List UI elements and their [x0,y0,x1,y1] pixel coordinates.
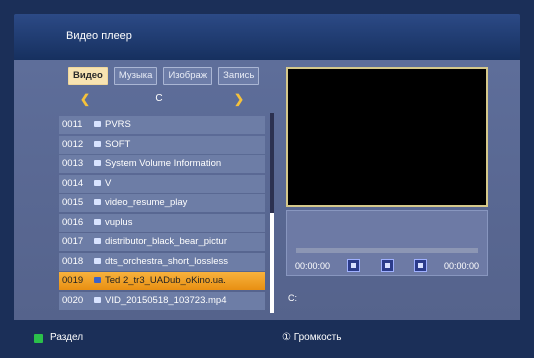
list-item[interactable]: 0016 vuplus [59,213,265,232]
video-preview [286,67,488,207]
file-number: 0014 [62,177,84,189]
total-time: 00:00:00 [443,261,479,271]
tab-images[interactable]: Изображ [163,67,213,85]
list-item[interactable]: 0012 SOFT [59,135,265,154]
file-name: V [105,177,112,189]
video-file-icon [94,296,101,303]
file-number: 0011 [62,119,83,130]
list-scrollbar[interactable] [270,113,274,313]
playback-controls: 00:00:00 00:00:00 [286,210,488,276]
file-number: 0018 [62,255,84,267]
pause-icon [385,263,390,268]
play-icon [418,263,423,268]
tab-music[interactable]: Музыка [113,67,158,85]
pause-button[interactable] [381,259,394,272]
list-item[interactable]: 0017 distributor_black_bear_pictur [59,233,265,251]
file-name: System Volume Information [105,158,222,169]
scrollbar-thumb[interactable] [270,213,274,313]
file-name: SOFT [105,138,131,150]
progress-bar[interactable] [296,248,478,253]
file-number: 0015 [62,197,84,208]
list-item[interactable]: 0014 V [59,174,265,193]
play-button[interactable] [414,259,427,272]
media-tabs: Видео Музыка Изображ Запись [68,67,260,85]
list-item[interactable]: 0015 video_resume_play [59,194,265,212]
file-name: distributor_black_bear_pictur [105,236,227,247]
file-number: 0013 [62,158,84,169]
list-item[interactable]: 0020 VID_20150518_103723.mp4 [59,291,265,310]
folder-icon [94,140,101,147]
video-file-icon [94,238,101,245]
file-number: 0017 [62,236,84,247]
current-time: 00:00:00 [295,261,331,271]
list-item[interactable]: 0011 PVRS [59,116,265,134]
file-number: 0016 [62,216,84,228]
footer-bar [14,322,520,354]
volume-hint: ① Громкость [282,332,342,343]
page-title: Видео плеер [66,30,132,42]
file-number: 0019 [62,275,84,286]
list-item[interactable]: 0013 System Volume Information [59,155,265,173]
path-navigator: ❮ C ❯ [70,92,248,106]
file-name: VID_20150518_103723.mp4 [105,294,227,306]
video-file-icon [94,257,101,264]
file-number: 0012 [62,138,84,150]
current-drive-label: C [155,93,163,104]
file-list: 0011 PVRS 0012 SOFT 0013 System Volume Info… [59,116,265,312]
file-number: 0020 [62,294,84,306]
video-player-screen: Видео плеер Видео Музыка Изображ Запись … [0,0,534,358]
chevron-right-icon[interactable]: ❯ [234,92,244,106]
file-name: vuplus [105,216,133,228]
file-name: video_resume_play [105,197,188,208]
header-bar: Видео плеер [14,14,520,60]
tab-recordings[interactable]: Запись [218,67,260,85]
stop-icon [351,263,356,268]
stop-button[interactable] [347,259,360,272]
file-name: Ted 2_tr3_UADub_oKino.ua. [105,275,226,286]
list-item[interactable]: 0018 dts_orchestra_short_lossless [59,252,265,271]
file-name: PVRS [105,119,131,130]
file-path-label: C: [288,293,297,303]
folder-icon [94,160,101,167]
green-key-icon [34,334,43,343]
file-name: dts_orchestra_short_lossless [105,255,229,267]
folder-icon [94,121,101,128]
video-file-icon [94,277,101,284]
tab-video[interactable]: Видео [68,67,108,85]
section-hint: Раздел [50,332,84,343]
list-item-selected[interactable]: 0019 Ted 2_tr3_UADub_oKino.ua. [59,272,265,290]
folder-icon [94,199,101,206]
folder-icon [94,179,101,186]
folder-icon [94,218,101,225]
